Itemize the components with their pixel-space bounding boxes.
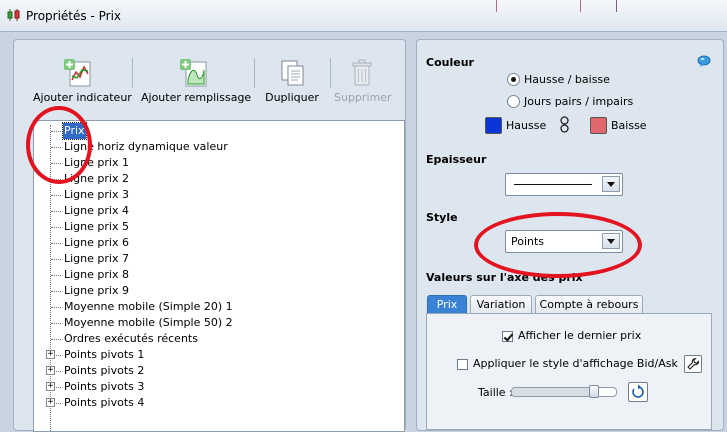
tab-variation[interactable]: Variation [470,295,532,313]
expand-toggle[interactable]: + [46,382,55,391]
baisse-color-swatch[interactable] [590,117,607,134]
window-title: Propriétés - Prix [26,9,121,23]
hausse-color-swatch[interactable] [485,117,502,134]
help-bubble-icon[interactable] [697,55,711,67]
chain-link-icon[interactable] [560,116,569,133]
add-indicator-icon [64,59,91,87]
duplicate-icon [281,60,304,86]
tab-compte-a-rebours[interactable]: Compte à rebours [535,295,643,313]
baisse-label: Baisse [611,119,647,132]
radio-button[interactable] [507,95,520,108]
thickness-select[interactable] [505,173,623,196]
title-bar[interactable]: Propriétés - Prix [0,0,727,32]
tab-prix[interactable]: Prix [427,295,467,313]
taille-slider[interactable] [511,385,617,398]
appliquer-style-checkbox[interactable] [457,359,468,370]
add-fill-icon [179,59,206,87]
toolbar-separator [132,58,133,88]
style-select[interactable]: Points [505,230,623,253]
couleur-heading: Couleur [426,56,474,69]
background-chart-line [496,0,497,12]
reset-arrow-icon [632,384,644,398]
epaisseur-heading: Epaisseur [426,153,487,166]
background-chart-line [616,0,617,12]
duplicate-label: Dupliquer [265,91,319,104]
expand-toggle[interactable]: + [46,350,55,359]
chevron-down-icon[interactable] [602,233,620,249]
appliquer-style-label: Appliquer le style d'affichage Bid/Ask [473,357,678,370]
afficher-dernier-prix-checkbox[interactable] [502,331,513,342]
style-heading: Style [426,211,458,224]
radio-button[interactable] [507,73,520,86]
background-chart-line [580,0,581,12]
properties-panel: Couleur Hausse / baisse Jours pairs / im… [416,39,724,431]
delete-button[interactable]: Supprimer [334,58,392,104]
expand-toggle[interactable]: + [46,366,55,375]
expand-toggle[interactable]: + [46,398,55,407]
add-fill-label: Ajouter remplissage [141,91,252,104]
slider-track-fill [512,388,594,396]
style-value: Points [511,235,545,248]
afficher-dernier-prix-label: Afficher le dernier prix [518,329,642,342]
delete-label: Supprimer [334,91,392,104]
thin-line-preview [514,184,592,185]
style-settings-button[interactable] [684,355,702,373]
duplicate-button[interactable]: Dupliquer [262,58,322,104]
wrench-icon [687,357,700,370]
toolbar-separator [254,58,255,88]
reset-size-button[interactable] [628,382,648,402]
toolbar-separator [330,58,331,88]
trash-icon [352,59,372,86]
axis-values-heading: Valeurs sur l'axe des prix [426,271,583,284]
chevron-down-icon[interactable] [602,176,620,192]
chart-candles-icon [7,9,20,21]
hausse-label: Hausse [506,119,547,132]
add-fill-button[interactable]: Ajouter remplissage [141,58,252,104]
taille-label: Taille : [478,386,513,399]
indicator-tree[interactable]: Prix Ligne horiz dynamique valeur Ligne … [33,120,405,432]
tab-panel-prix: Afficher le dernier prix Appliquer le st… [426,313,712,430]
add-indicator-label: Ajouter indicateur [33,91,132,104]
slider-thumb[interactable] [589,385,599,398]
add-indicator-button[interactable]: Ajouter indicateur [33,58,132,104]
indicator-panel: Ajouter indicateur Ajouter remplissage D… [13,39,406,432]
